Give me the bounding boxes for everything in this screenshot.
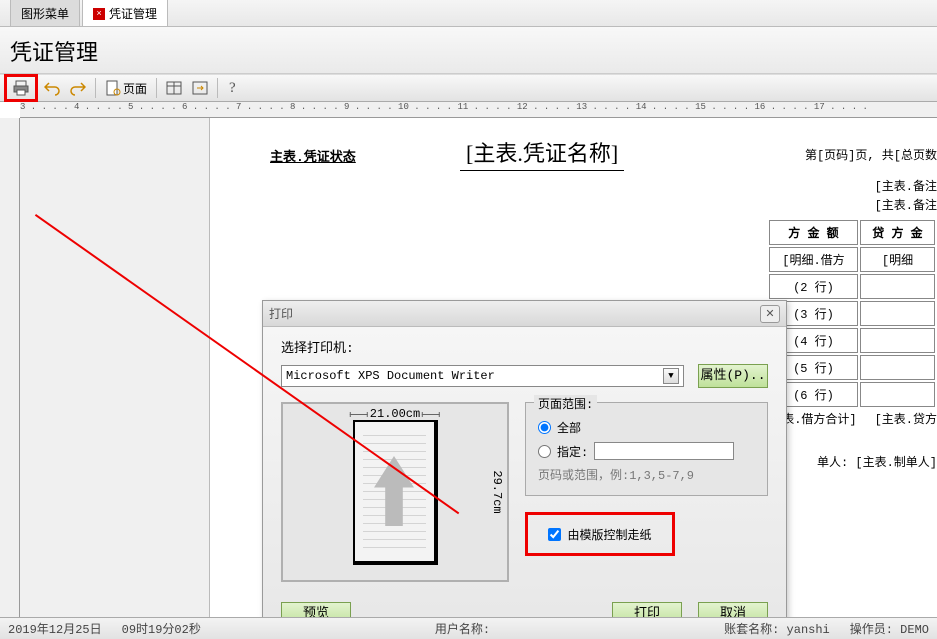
table-button-2[interactable] <box>188 77 212 99</box>
operator-value: DEMO <box>900 623 929 637</box>
account-label: 账套名称: <box>724 623 779 637</box>
highlight-template-check: 由模版控制走纸 <box>525 512 675 556</box>
ruler-horizontal: 3 . . . . 4 . . . . 5 . . . . 6 . . . . … <box>20 102 937 118</box>
print-button[interactable] <box>9 77 33 99</box>
help-button[interactable]: ? <box>223 80 242 97</box>
table-row: (3 行) <box>769 301 935 326</box>
range-input[interactable] <box>594 442 734 460</box>
close-button[interactable]: ✕ <box>760 305 780 323</box>
sub-credit: [明细 <box>860 247 935 272</box>
highlight-print <box>4 74 38 102</box>
range-hint: 页码或范围，例:1,3,5-7,9 <box>538 466 755 483</box>
printer-value: Microsoft XPS Document Writer <box>286 369 495 383</box>
tab-graphic-menu[interactable]: 图形菜单 <box>10 0 80 26</box>
dialog-titlebar[interactable]: 打印 ✕ <box>263 301 786 327</box>
page-title: 凭证管理 <box>0 27 937 74</box>
maker-line: 单人: [主表.制单人] <box>817 453 937 470</box>
template-check-label: 由模版控制走纸 <box>567 526 651 543</box>
sub-debit: [明细.借方 <box>769 247 858 272</box>
dialog-title: 打印 <box>269 305 293 322</box>
page-range-group: 页面范围: 全部 指定: 页码或范围，例:1,3,5-7,9 <box>525 402 768 496</box>
sum-credit: [主表.贷方 <box>875 410 937 427</box>
radio-all[interactable]: 全部 <box>538 419 755 436</box>
tab-label: 凭证管理 <box>109 5 157 22</box>
close-icon[interactable]: × <box>93 8 105 20</box>
tab-voucher-mgmt[interactable]: × 凭证管理 <box>82 0 168 26</box>
credit-header: 贷 方 金 <box>860 220 935 245</box>
redo-icon <box>70 80 86 96</box>
remark-2: [主表.备注 <box>875 197 937 216</box>
status-time: 09时19分02秒 <box>122 620 201 637</box>
left-margin <box>20 118 210 639</box>
voucher-status-label: 主表.凭证状态 <box>270 146 356 165</box>
workspace: 3 . . . . 4 . . . . 5 . . . . 6 . . . . … <box>0 102 937 639</box>
printer-icon <box>13 80 29 96</box>
page-setup-button[interactable]: 页面 <box>101 77 151 99</box>
dim-height: 29.7cm <box>490 470 504 513</box>
status-date: 2019年12月25日 <box>8 620 102 637</box>
undo-icon <box>44 80 60 96</box>
page-number-info: 第[页码]页, 共[总页数 <box>805 146 937 163</box>
table-row: (2 行) <box>769 274 935 299</box>
remark-block: [主表.备注 [主表.备注 <box>875 178 937 216</box>
radio-specify[interactable]: 指定: <box>538 442 755 460</box>
table-icon <box>166 80 182 96</box>
undo-button[interactable] <box>40 77 64 99</box>
page-preview: 21.00cm 29.7cm <box>281 402 509 582</box>
tabs-bar: 图形菜单 × 凭证管理 <box>0 0 937 27</box>
table-row: (4 行) <box>769 328 935 353</box>
account-value: yanshi <box>787 623 830 637</box>
remark-1: [主表.备注 <box>875 178 937 197</box>
page-setup-label: 页面 <box>123 80 147 97</box>
properties-button[interactable]: 属性(P).. <box>698 364 768 388</box>
toolbar: 页面 ? <box>0 74 937 102</box>
table-row: (6 行) <box>769 382 935 407</box>
print-dialog: 打印 ✕ 选择打印机: Microsoft XPS Document Write… <box>262 300 787 639</box>
select-printer-label: 选择打印机: <box>281 337 768 356</box>
status-user-label: 用户名称: <box>435 620 490 637</box>
voucher-name-title: [主表.凭证名称] <box>460 134 624 171</box>
amount-table: 方 金 额贷 方 金 [明细.借方[明细 (2 行) (3 行) (4 行) (… <box>767 218 937 409</box>
chevron-down-icon: ▼ <box>663 368 679 384</box>
sum-debit: 表.借方合计] <box>782 410 856 427</box>
table-button-1[interactable] <box>162 77 186 99</box>
status-bar: 2019年12月25日 09时19分02秒 用户名称: 账套名称: yanshi… <box>0 617 937 639</box>
debit-header: 方 金 额 <box>769 220 858 245</box>
redo-button[interactable] <box>66 77 90 99</box>
sum-line: 表.借方合计] [主表.贷方 <box>782 410 937 427</box>
page-icon <box>105 80 121 96</box>
table-arrow-icon <box>192 80 208 96</box>
operator-label: 操作员: <box>850 623 893 637</box>
printer-select[interactable]: Microsoft XPS Document Writer ▼ <box>281 365 684 387</box>
range-legend: 页面范围: <box>534 395 597 412</box>
template-checkbox[interactable] <box>548 528 561 541</box>
page-mock <box>353 420 438 565</box>
ruler-vertical <box>0 118 20 639</box>
table-row: (5 行) <box>769 355 935 380</box>
